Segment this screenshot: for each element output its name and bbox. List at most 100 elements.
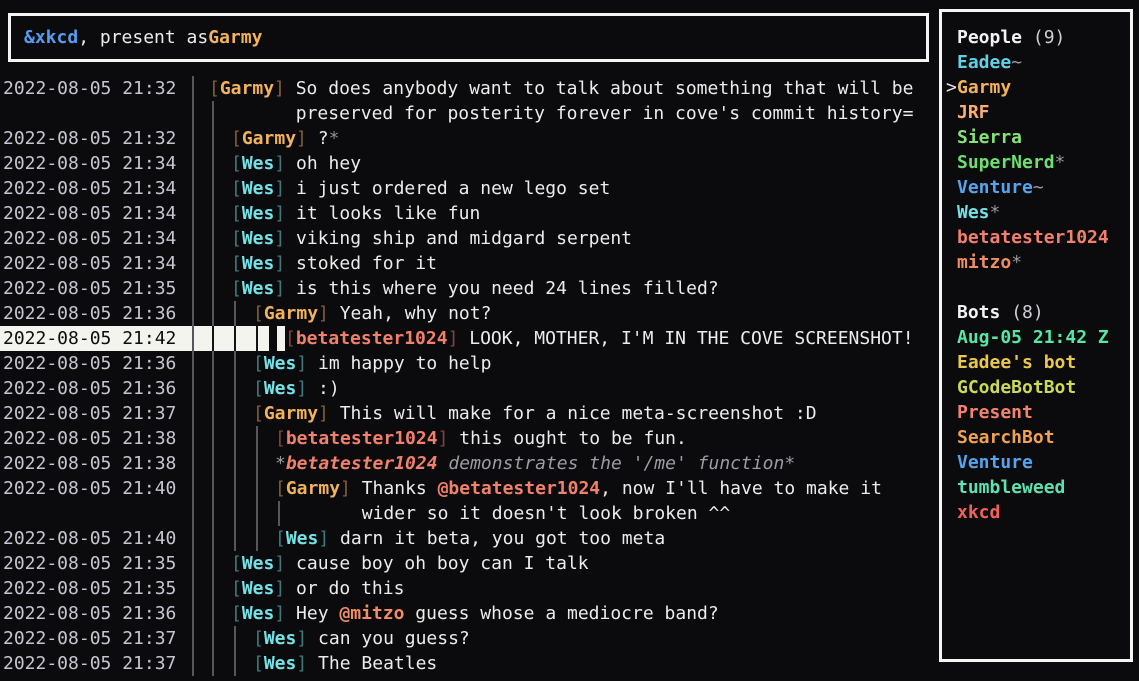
nick: Wes xyxy=(264,378,297,399)
chat-log: 2022-08-05 21:32[Garmy] So does anybody … xyxy=(0,76,939,681)
thread-guide xyxy=(238,426,260,451)
message: [Wes] oh hey xyxy=(216,151,361,176)
message: [betatester1024] LOOK, MOTHER, I'M IN TH… xyxy=(285,326,914,351)
chat-line: 2022-08-05 21:40[Garmy] Thanks @betatest… xyxy=(0,476,939,501)
nick-bracket-close: ] xyxy=(296,628,318,649)
chat-line: 2022-08-05 21:35[Wes] is this where you … xyxy=(0,276,939,301)
nick-bracket-close: ] xyxy=(296,128,318,149)
timestamp: 2022-08-05 21:32 xyxy=(0,76,192,101)
timestamp: 2022-08-05 21:36 xyxy=(0,301,192,326)
user-name: JRF xyxy=(957,102,990,123)
sidebar-user[interactable]: Sierra xyxy=(946,125,1130,150)
message-text: i just ordered a new lego set xyxy=(296,178,610,199)
timestamp: 2022-08-05 21:37 xyxy=(0,401,192,426)
thread-guide xyxy=(216,626,238,651)
nick: Garmy xyxy=(220,78,274,99)
chat-line: 2022-08-05 21:38[betatester1024] this ou… xyxy=(0,426,939,451)
message: *betatester1024 demonstrates the '/me' f… xyxy=(260,451,795,476)
chat-line: 2022-08-05 21:34[Wes] viking ship and mi… xyxy=(0,226,939,251)
chat-line-highlighted: 2022-08-05 21:42[betatester1024] LOOK, M… xyxy=(0,326,939,351)
chat-line: 2022-08-05 21:36[Wes] :) xyxy=(0,376,939,401)
nick: Wes xyxy=(242,228,275,249)
message: [Wes] viking ship and midgard serpent xyxy=(216,226,632,251)
timestamp: 2022-08-05 21:34 xyxy=(0,201,192,226)
chat-line: 2022-08-05 21:32[Garmy] ?* xyxy=(0,126,939,151)
bots-label: Bots xyxy=(957,302,1000,323)
chat-line: 2022-08-05 21:34[Wes] oh hey xyxy=(0,151,939,176)
message-text: wider so it doesn't look broken ^^ xyxy=(362,503,730,524)
sidebar-bot[interactable]: tumbleweed xyxy=(946,475,1130,500)
chat-line: 2022-08-05 21:35[Wes] or do this xyxy=(0,576,939,601)
dim-text: * xyxy=(329,128,340,149)
thread-guide xyxy=(194,501,216,526)
thread-guide xyxy=(216,651,238,676)
thread-guide xyxy=(216,401,238,426)
thread-guide xyxy=(216,376,238,401)
nick: Garmy xyxy=(264,403,318,424)
thread-guide xyxy=(194,151,216,176)
message: [Wes] stoked for it xyxy=(216,251,437,276)
current-nick: Garmy xyxy=(208,25,262,50)
sidebar-bot[interactable]: Present xyxy=(946,400,1130,425)
sidebar-user[interactable]: Eadee~ xyxy=(946,50,1130,75)
nick-bracket-open: [ xyxy=(253,403,264,424)
timestamp: 2022-08-05 21:40 xyxy=(0,526,192,551)
message-text: it looks like fun xyxy=(296,203,480,224)
sidebar-user[interactable]: SuperNerd* xyxy=(946,150,1130,175)
sidebar-bot[interactable]: SearchBot xyxy=(946,425,1130,450)
thread-guide xyxy=(194,651,216,676)
sidebar-user[interactable]: mitzo* xyxy=(946,250,1130,275)
thread-guide xyxy=(238,326,260,351)
bots-count: (8) xyxy=(1000,302,1043,323)
sidebar-bot[interactable]: Eadee's bot xyxy=(946,350,1130,375)
timestamp: 2022-08-05 21:37 xyxy=(0,651,192,676)
message: [Wes] darn it beta, you got too meta xyxy=(260,526,665,551)
nick-bracket-close: ] xyxy=(274,203,296,224)
chat-line: 2022-08-05 21:38*betatester1024 demonstr… xyxy=(0,451,939,476)
thread-guide xyxy=(194,601,216,626)
message-text: The Beatles xyxy=(318,653,437,674)
thread-guide xyxy=(216,426,238,451)
nick: Wes xyxy=(242,253,275,274)
message: wider so it doesn't look broken ^^ xyxy=(282,501,730,526)
sidebar-spacer xyxy=(946,275,1130,300)
sidebar-bot[interactable]: xkcd xyxy=(946,500,1130,525)
nick-bracket-open: [ xyxy=(275,478,286,499)
thread-guide xyxy=(194,126,216,151)
user-name: Garmy xyxy=(957,77,1011,98)
thread-guide xyxy=(194,276,216,301)
nick-bracket-open: [ xyxy=(253,628,264,649)
message-text: , now I'll have to make it xyxy=(600,478,882,499)
thread-guide xyxy=(194,626,216,651)
sidebar-user[interactable]: JRF xyxy=(946,100,1130,125)
nick-bracket-open: [ xyxy=(209,78,220,99)
message-text: oh hey xyxy=(296,153,361,174)
thread-guide xyxy=(216,501,238,526)
message: [Wes] im happy to help xyxy=(238,351,491,376)
chat-line: 2022-08-05 21:40 [Wes] darn it beta, you … xyxy=(0,526,939,551)
message-text: LOOK, MOTHER, I'M IN THE COVE SCREENSHOT… xyxy=(469,328,913,349)
nick-bracket-close: ] xyxy=(296,653,318,674)
bots-header: Bots (8) xyxy=(946,300,1130,325)
thread-guide xyxy=(216,451,238,476)
nick-bracket-open: [ xyxy=(285,328,296,349)
sidebar-user[interactable]: betatester1024 xyxy=(946,225,1130,250)
sidebar-bot[interactable]: Aug-05 21:42 Z xyxy=(946,325,1130,350)
thread-guide xyxy=(194,176,216,201)
message-text: im happy to help xyxy=(318,353,491,374)
bot-name: SearchBot xyxy=(957,427,1055,448)
nick: Wes xyxy=(264,653,297,674)
chat-line: preserved for posterity forever in cove'… xyxy=(0,101,939,126)
timestamp: 2022-08-05 21:35 xyxy=(0,576,192,601)
message-text: is this where you need 24 lines filled? xyxy=(296,278,719,299)
message: [Wes] Hey @mitzo guess whose a mediocre … xyxy=(216,601,719,626)
sidebar-user[interactable]: >Garmy xyxy=(946,75,1130,100)
bot-name: Venture xyxy=(957,452,1033,473)
sidebar-user[interactable]: Venture~ xyxy=(946,175,1130,200)
sidebar-bot[interactable]: Venture xyxy=(946,450,1130,475)
sidebar-user[interactable]: Wes* xyxy=(946,200,1130,225)
terminal-screen: &xkcd, present as Garmy 2022-08-05 21:32… xyxy=(0,0,1139,681)
nick-bracket-open: [ xyxy=(231,578,242,599)
sidebar-bot[interactable]: GCodeBotBot xyxy=(946,375,1130,400)
nick-bracket-open: [ xyxy=(253,378,264,399)
